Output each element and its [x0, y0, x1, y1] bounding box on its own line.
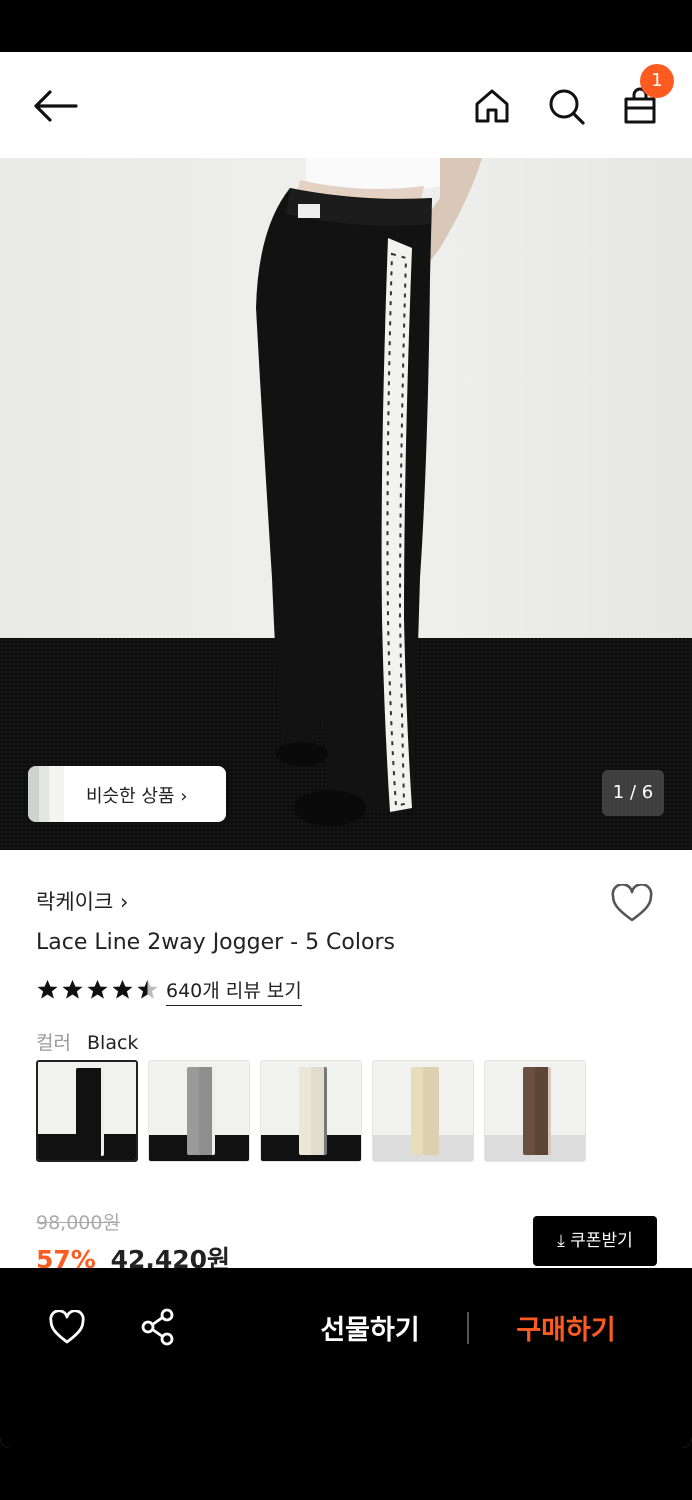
- swatch-pants: [311, 1067, 327, 1155]
- swatch-pants: [199, 1067, 215, 1155]
- wishlist-heart-icon[interactable]: [48, 1310, 86, 1346]
- gift-button[interactable]: 선물하기: [300, 1308, 440, 1348]
- similar-products-thumbnail: [28, 766, 64, 822]
- app-screen: 1 비슷한 상품 › 1 / 6 락케이크 › Lace Line 2way J…: [0, 52, 692, 1448]
- brand-link[interactable]: 락케이크 ›: [36, 886, 128, 916]
- similar-products-label: 비슷한 상품 ›: [86, 786, 188, 807]
- share-icon[interactable]: [140, 1308, 176, 1346]
- swatch-pants: [535, 1067, 551, 1155]
- wishlist-heart-icon[interactable]: [610, 884, 654, 924]
- color-swatches: [36, 1060, 586, 1162]
- color-value: Black: [87, 1032, 139, 1054]
- bottom-bar-divider: [467, 1312, 469, 1344]
- coupon-download-button[interactable]: ⤓ 쿠폰받기: [533, 1216, 657, 1266]
- review-link[interactable]: 640개 리뷰 보기: [166, 976, 302, 1006]
- swatch-gray[interactable]: [148, 1060, 250, 1162]
- swatch-cream[interactable]: [372, 1060, 474, 1162]
- bottom-action-bar: 선물하기 구매하기: [0, 1268, 692, 1448]
- product-title: Lace Line 2way Jogger - 5 Colors: [36, 930, 395, 955]
- swatch-pants: [423, 1067, 439, 1155]
- star-full-icon: [87, 979, 108, 999]
- buy-button[interactable]: 구매하기: [496, 1308, 636, 1348]
- top-nav-bar: 1: [0, 52, 692, 158]
- swatch-ivory[interactable]: [260, 1060, 362, 1162]
- color-label: 컬러: [36, 1032, 71, 1054]
- back-arrow-icon[interactable]: [32, 86, 80, 126]
- product-photo-pants: [256, 158, 482, 826]
- star-full-icon: [37, 979, 58, 999]
- phone-frame: 1 비슷한 상품 › 1 / 6 락케이크 › Lace Line 2way J…: [0, 0, 692, 1500]
- star-half-icon: [137, 979, 158, 999]
- swatch-black[interactable]: [36, 1060, 138, 1162]
- image-counter: 1 / 6: [602, 770, 664, 816]
- similar-products-button[interactable]: 비슷한 상품 ›: [28, 766, 226, 822]
- swatch-pants: [88, 1068, 104, 1156]
- cart-count-badge: 1: [640, 64, 674, 98]
- star-full-icon: [112, 979, 133, 999]
- original-price: 98,000원: [36, 1212, 120, 1234]
- color-selector-label: 컬러 Black: [36, 1028, 138, 1055]
- rating-stars: [36, 978, 159, 1002]
- home-icon[interactable]: [472, 86, 512, 126]
- swatch-brown[interactable]: [484, 1060, 586, 1162]
- star-full-icon: [62, 979, 83, 999]
- search-icon[interactable]: [546, 86, 586, 126]
- product-image-carousel[interactable]: 비슷한 상품 › 1 / 6: [0, 158, 692, 850]
